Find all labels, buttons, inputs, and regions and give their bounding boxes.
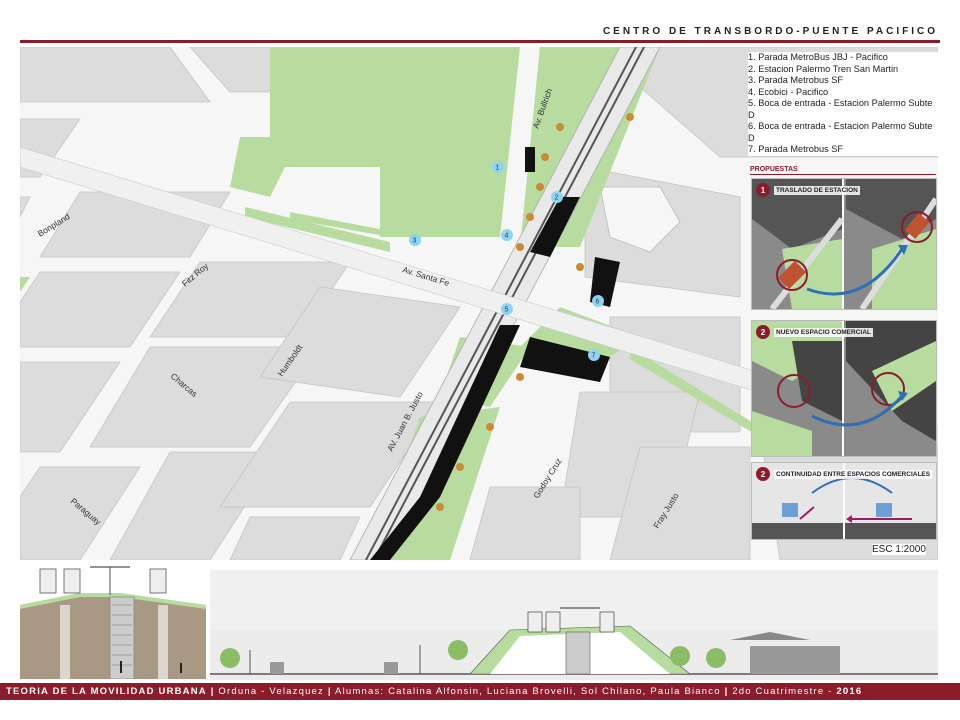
- footer-authors: Orduna - Velazquez: [218, 686, 324, 697]
- legend-item: 7. Parada Metrobus SF: [748, 144, 843, 154]
- proposal-2-number: 2: [756, 325, 770, 339]
- page-title: CENTRO DE TRANSBORDO-PUENTE PACIFICO: [602, 26, 938, 37]
- svg-text:4: 4: [505, 233, 509, 240]
- svg-text:2: 2: [555, 195, 559, 202]
- legend-item: 5. Boca de entrada - Estacion Palermo Su…: [748, 98, 933, 120]
- legend-item: 1. Parada MetroBus JBJ - Pacifico: [748, 52, 888, 62]
- footer-course: TEORIA DE LA MOVILIDAD URBANA: [6, 686, 207, 697]
- svg-text:1: 1: [496, 165, 500, 172]
- proposal-panel-1: 1 TRASLADO DE ESTACION: [751, 178, 939, 311]
- footer-separator: |: [210, 686, 215, 697]
- proposals-rule: [750, 174, 936, 175]
- legend-item: 6. Boca de entrada - Estacion Palermo Su…: [748, 121, 933, 143]
- legend-item: 2. Estacion Palermo Tren San Martin: [748, 63, 899, 74]
- proposals-heading: PROPUESTAS: [750, 166, 798, 173]
- proposal-2-illustration: [752, 321, 936, 456]
- proposal-panel-3: 2 CONTINUIDAD ENTRE ESPACIOS COMERCIALES: [751, 462, 937, 540]
- svg-text:3: 3: [413, 238, 417, 245]
- long-section-elevation: [210, 570, 938, 680]
- proposal-1-number: 1: [756, 183, 770, 197]
- legend: 1. Parada MetroBus JBJ - Pacifico 2. Est…: [748, 52, 938, 156]
- proposal-1-header: 1 TRASLADO DE ESTACION: [756, 183, 860, 197]
- footer-separator: |: [724, 686, 729, 697]
- proposal-3-label: CONTINUIDAD ENTRE ESPACIOS COMERCIALES: [774, 469, 933, 479]
- proposal-2-header: 2 NUEVO ESPACIO COMERCIAL: [756, 325, 873, 339]
- legend-item: 3. Parada Metrobus SF: [748, 75, 843, 85]
- proposal-1-illustration: [752, 179, 939, 311]
- svg-text:6: 6: [596, 299, 600, 306]
- proposal-3-number: 2: [756, 467, 770, 481]
- proposal-3-header: 2 CONTINUIDAD ENTRE ESPACIOS COMERCIALES: [756, 467, 933, 481]
- footer-students: Alumnas: Catalina Alfonsin, Luciana Brov…: [335, 686, 721, 697]
- proposal-1-label: TRASLADO DE ESTACION: [774, 185, 860, 195]
- svg-text:5: 5: [505, 307, 509, 314]
- svg-text:7: 7: [592, 353, 596, 360]
- top-rule: [20, 40, 940, 43]
- legend-item: 4. Ecobici - Pacifico: [748, 86, 829, 97]
- footer-separator: |: [327, 686, 332, 697]
- scale-label: ESC 1:2000: [872, 544, 926, 555]
- proposal-panel-2: 2 NUEVO ESPACIO COMERCIAL: [751, 320, 937, 457]
- proposal-2-label: NUEVO ESPACIO COMERCIAL: [774, 327, 873, 337]
- footer-year: 2016: [836, 686, 863, 697]
- footer-term: 2do Cuatrimestre -: [732, 686, 837, 697]
- footer-credits: TEORIA DE LA MOVILIDAD URBANA | Orduna -…: [6, 686, 862, 697]
- cross-section-detail: [20, 565, 206, 679]
